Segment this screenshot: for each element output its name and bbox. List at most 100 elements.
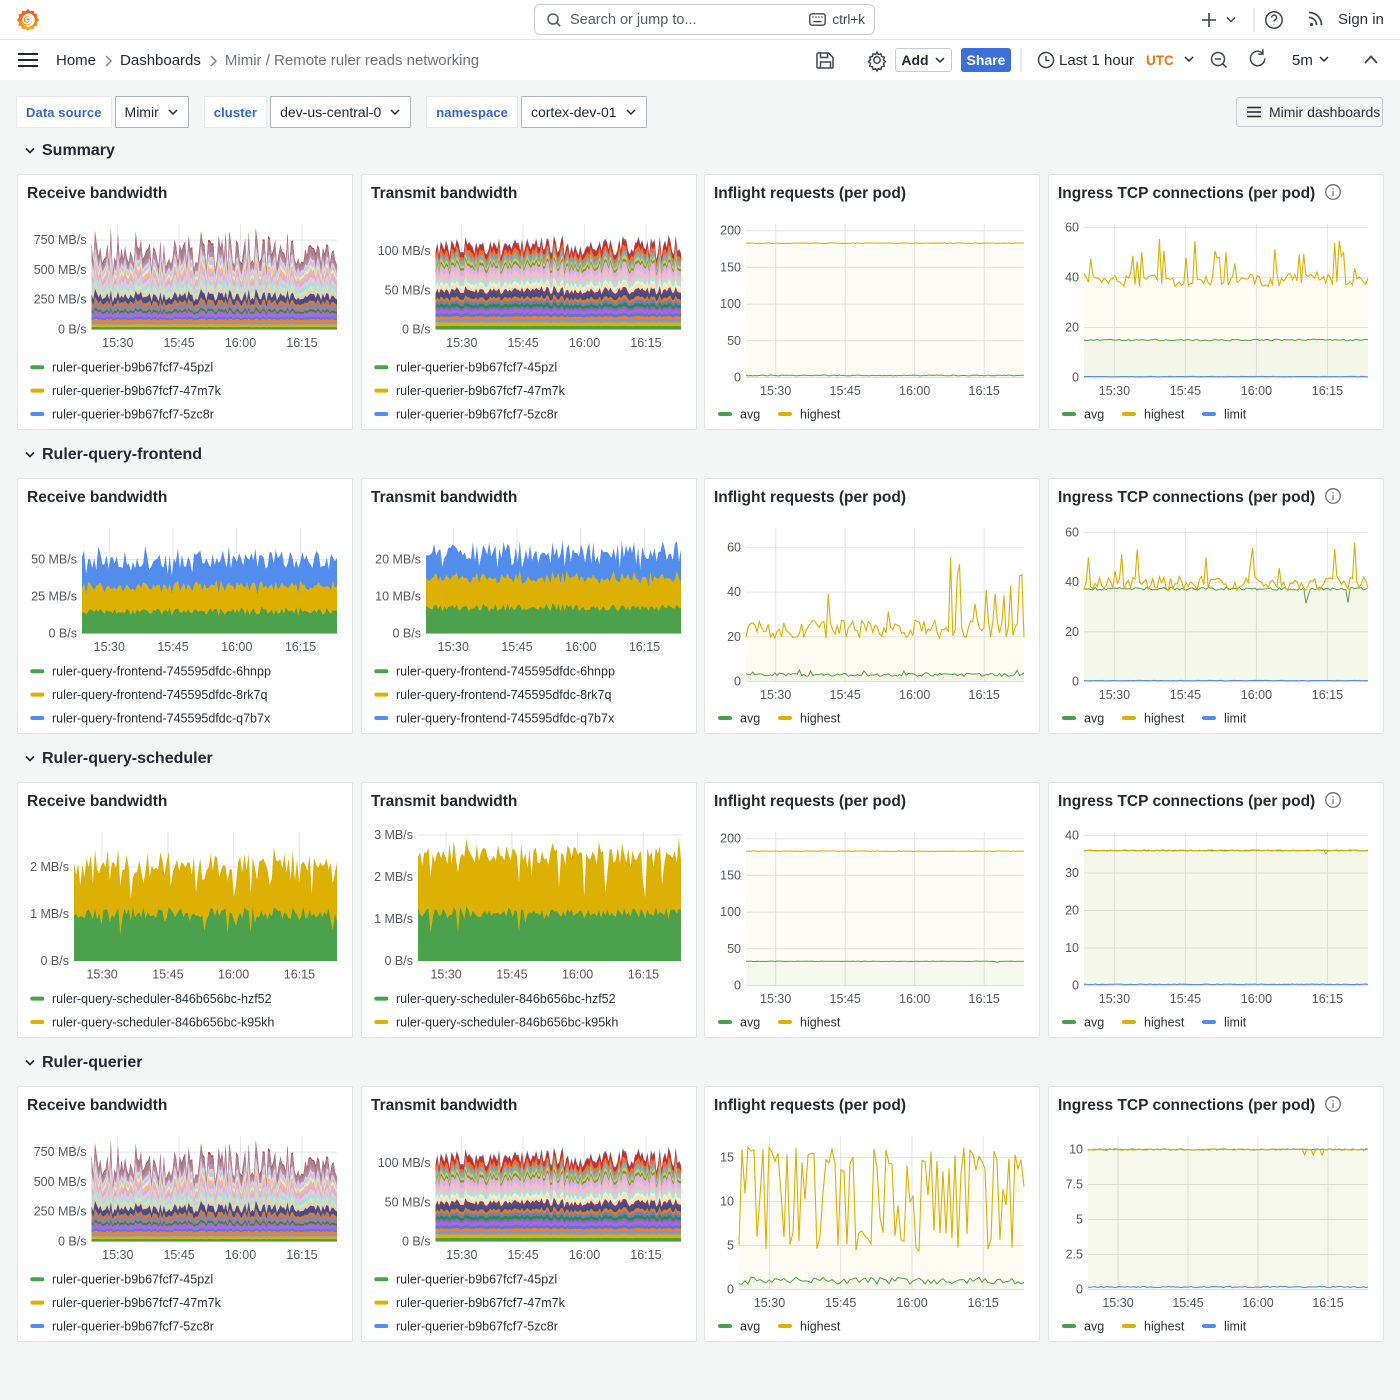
svg-text:0 B/s: 0 B/s bbox=[41, 954, 70, 968]
svg-text:50 MB/s: 50 MB/s bbox=[384, 1195, 430, 1209]
svg-text:0 B/s: 0 B/s bbox=[392, 627, 421, 641]
svg-text:15:30: 15:30 bbox=[1102, 1296, 1133, 1310]
svg-text:15:45: 15:45 bbox=[1169, 992, 1200, 1006]
svg-text:ruler-query-frontend-745595dfd: ruler-query-frontend-745595dfdc-8rk7q bbox=[396, 688, 611, 702]
svg-text:60: 60 bbox=[1065, 221, 1079, 235]
svg-text:0 B/s: 0 B/s bbox=[49, 627, 78, 641]
svg-text:100: 100 bbox=[720, 297, 741, 311]
svg-text:16:15: 16:15 bbox=[1312, 1296, 1343, 1310]
svg-text:10: 10 bbox=[1065, 941, 1079, 955]
svg-text:0: 0 bbox=[727, 1283, 734, 1297]
svg-text:20: 20 bbox=[1065, 625, 1079, 639]
svg-text:16:00: 16:00 bbox=[225, 336, 256, 350]
svg-text:avg: avg bbox=[1084, 1320, 1104, 1334]
svg-text:ruler-query-scheduler-846b656b: ruler-query-scheduler-846b656bc-hzf52 bbox=[52, 992, 272, 1006]
svg-text:Ingress TCP connections (per p: Ingress TCP connections (per pod) bbox=[1058, 489, 1315, 506]
svg-text:60: 60 bbox=[1065, 525, 1079, 539]
svg-text:30: 30 bbox=[1065, 866, 1079, 880]
svg-text:40: 40 bbox=[1065, 271, 1079, 285]
svg-text:ruler-query-frontend-745595dfd: ruler-query-frontend-745595dfdc-6hnpp bbox=[396, 665, 615, 679]
svg-text:highest: highest bbox=[800, 1016, 841, 1030]
svg-text:limit: limit bbox=[1224, 1320, 1247, 1334]
svg-text:avg: avg bbox=[1084, 712, 1104, 726]
svg-text:15:30: 15:30 bbox=[94, 640, 125, 654]
svg-text:limit: limit bbox=[1224, 408, 1247, 422]
svg-text:avg: avg bbox=[740, 408, 760, 422]
svg-text:16:15: 16:15 bbox=[284, 968, 315, 982]
svg-text:Ingress TCP connections (per p: Ingress TCP connections (per pod) bbox=[1058, 793, 1315, 810]
svg-text:15: 15 bbox=[720, 1151, 734, 1165]
svg-text:ruler-querier-b9b67fcf7-47m7k: ruler-querier-b9b67fcf7-47m7k bbox=[396, 384, 566, 398]
svg-text:2.5: 2.5 bbox=[1065, 1248, 1082, 1262]
svg-text:Receive bandwidth: Receive bandwidth bbox=[27, 185, 167, 202]
svg-text:40: 40 bbox=[727, 585, 741, 599]
svg-text:60: 60 bbox=[727, 540, 741, 554]
svg-text:15:30: 15:30 bbox=[102, 1248, 133, 1262]
svg-text:0: 0 bbox=[1072, 371, 1079, 385]
svg-text:highest: highest bbox=[1144, 1016, 1185, 1030]
svg-text:100 MB/s: 100 MB/s bbox=[377, 1156, 430, 1170]
svg-text:16:15: 16:15 bbox=[1311, 992, 1342, 1006]
svg-text:16:15: 16:15 bbox=[630, 1248, 661, 1262]
svg-text:16:00: 16:00 bbox=[565, 640, 596, 654]
svg-text:150: 150 bbox=[720, 868, 741, 882]
svg-text:16:00: 16:00 bbox=[899, 688, 930, 702]
svg-text:15:30: 15:30 bbox=[437, 640, 468, 654]
svg-text:15:45: 15:45 bbox=[496, 968, 527, 982]
svg-text:ruler-querier-b9b67fcf7-5zc8r: ruler-querier-b9b67fcf7-5zc8r bbox=[396, 408, 558, 422]
svg-text:16:00: 16:00 bbox=[561, 968, 592, 982]
svg-text:0 B/s: 0 B/s bbox=[384, 954, 413, 968]
svg-text:15:45: 15:45 bbox=[830, 688, 861, 702]
svg-text:16:15: 16:15 bbox=[628, 640, 659, 654]
svg-text:15:45: 15:45 bbox=[825, 1296, 856, 1310]
svg-text:20 MB/s: 20 MB/s bbox=[375, 553, 421, 567]
svg-text:16:00: 16:00 bbox=[1240, 992, 1271, 1006]
svg-text:avg: avg bbox=[740, 1016, 760, 1030]
svg-text:limit: limit bbox=[1224, 1016, 1247, 1030]
svg-text:16:00: 16:00 bbox=[221, 640, 252, 654]
svg-text:2 MB/s: 2 MB/s bbox=[30, 860, 69, 874]
svg-text:750 MB/s: 750 MB/s bbox=[34, 1145, 87, 1159]
svg-text:50 MB/s: 50 MB/s bbox=[384, 283, 430, 297]
svg-text:15:45: 15:45 bbox=[507, 336, 538, 350]
svg-text:16:15: 16:15 bbox=[286, 1248, 317, 1262]
svg-text:750 MB/s: 750 MB/s bbox=[34, 233, 87, 247]
svg-text:16:00: 16:00 bbox=[899, 384, 930, 398]
svg-text:15:30: 15:30 bbox=[1098, 992, 1129, 1006]
svg-text:16:00: 16:00 bbox=[225, 1248, 256, 1262]
svg-text:20: 20 bbox=[1065, 904, 1079, 918]
svg-text:3 MB/s: 3 MB/s bbox=[374, 828, 413, 842]
svg-text:15:45: 15:45 bbox=[163, 336, 194, 350]
svg-text:ruler-querier-b9b67fcf7-5zc8r: ruler-querier-b9b67fcf7-5zc8r bbox=[52, 1320, 214, 1334]
svg-text:15:45: 15:45 bbox=[830, 992, 861, 1006]
svg-text:Ingress TCP connections (per p: Ingress TCP connections (per pod) bbox=[1058, 185, 1315, 202]
svg-text:10: 10 bbox=[1069, 1143, 1083, 1157]
svg-text:40: 40 bbox=[1065, 575, 1079, 589]
svg-text:50: 50 bbox=[727, 334, 741, 348]
svg-text:15:30: 15:30 bbox=[760, 992, 791, 1006]
svg-text:highest: highest bbox=[1144, 712, 1185, 726]
svg-text:highest: highest bbox=[1144, 408, 1185, 422]
svg-text:Inflight requests (per pod): Inflight requests (per pod) bbox=[714, 489, 906, 506]
svg-text:avg: avg bbox=[740, 1320, 760, 1334]
svg-text:1 MB/s: 1 MB/s bbox=[30, 907, 69, 921]
svg-text:limit: limit bbox=[1224, 712, 1247, 726]
svg-text:0: 0 bbox=[734, 675, 741, 689]
svg-text:ruler-querier-b9b67fcf7-45pzl: ruler-querier-b9b67fcf7-45pzl bbox=[52, 1273, 213, 1287]
svg-text:ruler-querier-b9b67fcf7-45pzl: ruler-querier-b9b67fcf7-45pzl bbox=[396, 1273, 557, 1287]
svg-text:Transmit bandwidth: Transmit bandwidth bbox=[371, 1097, 517, 1114]
svg-text:15:30: 15:30 bbox=[1098, 688, 1129, 702]
svg-text:5: 5 bbox=[1076, 1213, 1083, 1227]
svg-text:highest: highest bbox=[1144, 1320, 1185, 1334]
svg-text:0 B/s: 0 B/s bbox=[402, 323, 431, 337]
svg-text:ruler-querier-b9b67fcf7-47m7k: ruler-querier-b9b67fcf7-47m7k bbox=[52, 1296, 222, 1310]
svg-text:Transmit bandwidth: Transmit bandwidth bbox=[371, 185, 517, 202]
svg-text:ruler-query-frontend-745595dfd: ruler-query-frontend-745595dfdc-6hnpp bbox=[52, 665, 271, 679]
svg-text:50 MB/s: 50 MB/s bbox=[31, 553, 77, 567]
svg-text:15:30: 15:30 bbox=[102, 336, 133, 350]
svg-text:ruler-querier-b9b67fcf7-5zc8r: ruler-querier-b9b67fcf7-5zc8r bbox=[396, 1320, 558, 1334]
svg-text:ruler-querier-b9b67fcf7-5zc8r: ruler-querier-b9b67fcf7-5zc8r bbox=[52, 408, 214, 422]
svg-text:15:30: 15:30 bbox=[86, 968, 117, 982]
svg-text:ruler-query-frontend-745595dfd: ruler-query-frontend-745595dfdc-q7b7x bbox=[52, 712, 271, 726]
svg-text:16:15: 16:15 bbox=[1311, 688, 1342, 702]
